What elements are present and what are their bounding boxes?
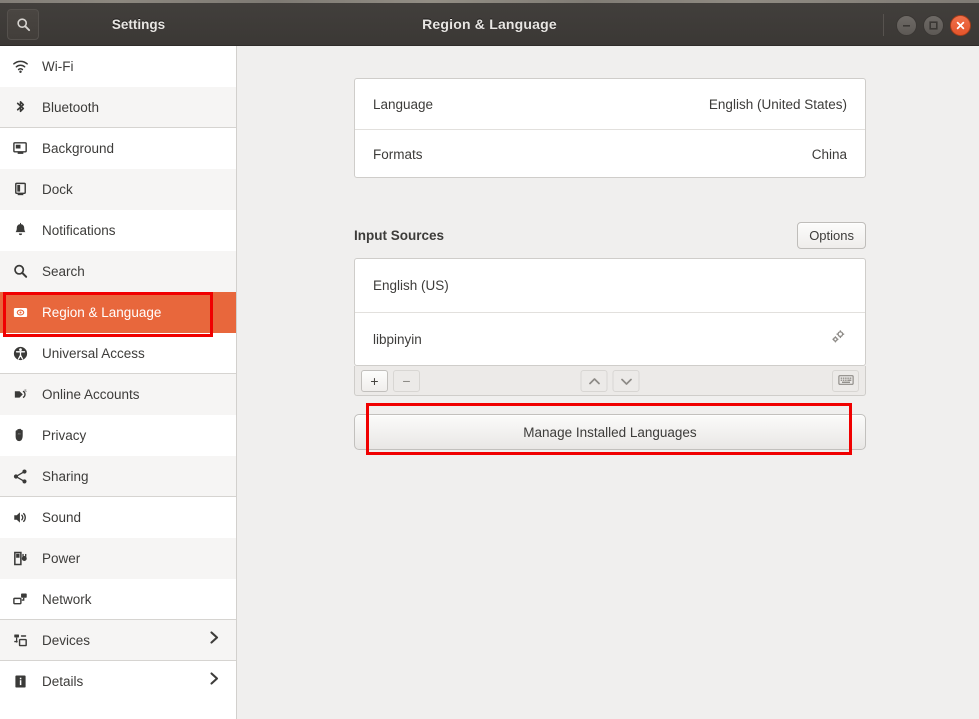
keyboard-icon	[837, 374, 854, 388]
minus-icon: −	[402, 372, 411, 389]
sidebar-item-label: Network	[42, 591, 92, 607]
minimize-button[interactable]	[896, 14, 917, 36]
move-down-button[interactable]	[612, 369, 640, 392]
maximize-icon	[928, 20, 939, 31]
sidebar-item-universal-access[interactable]: Universal Access	[0, 333, 236, 374]
bell-icon	[12, 222, 38, 239]
network-icon	[12, 591, 38, 608]
sidebar-header-title: Settings	[111, 17, 166, 32]
language-row[interactable]: Language English (United States)	[355, 79, 865, 129]
sidebar-item-sound[interactable]: Sound	[0, 497, 236, 538]
input-source-row-english-us[interactable]: English (US)	[355, 259, 865, 312]
sidebar-item-label: Online Accounts	[42, 386, 140, 402]
chevron-right-icon	[209, 672, 220, 691]
region-language-panel: Language English (United States) Formats…	[238, 46, 979, 719]
options-button[interactable]: Options	[797, 221, 866, 249]
window-controls-separator	[883, 14, 884, 36]
chevron-up-icon	[588, 374, 600, 388]
remove-input-source-button[interactable]: −	[393, 369, 420, 392]
sidebar-item-privacy[interactable]: Privacy	[0, 415, 236, 456]
sidebar-item-label: Bluetooth	[42, 99, 100, 115]
sidebar-item-dock[interactable]: Dock	[0, 169, 236, 210]
dock-icon	[12, 181, 38, 198]
sidebar-item-label: Privacy	[42, 427, 87, 443]
sidebar-item-region-and-language[interactable]: Region & Language	[0, 292, 236, 333]
sidebar-item-label: Sharing	[42, 468, 89, 484]
input-sources-list: English (US) libpinyin	[354, 258, 866, 366]
sidebar-item-network[interactable]: Network	[0, 579, 236, 620]
sidebar-item-search[interactable]: Search	[0, 251, 236, 292]
sidebar-item-label: Power	[42, 550, 81, 566]
sidebar-item-sharing[interactable]: Sharing	[0, 456, 236, 497]
manage-installed-languages-label: Manage Installed Languages	[523, 424, 697, 440]
sidebar-item-power[interactable]: Power	[0, 538, 236, 579]
sidebar-item-label: Sound	[42, 509, 82, 525]
language-row-value: English (United States)	[708, 96, 847, 112]
input-sources-header: Input Sources Options	[354, 220, 866, 250]
input-source-label: libpinyin	[373, 331, 422, 347]
plus-icon: +	[370, 372, 379, 389]
move-up-button[interactable]	[580, 369, 608, 392]
input-sources-title: Input Sources	[354, 227, 445, 243]
show-keyboard-layout-button[interactable]	[832, 369, 859, 392]
sidebar-item-label: Background	[42, 140, 115, 156]
input-source-settings-icon[interactable]	[829, 328, 847, 351]
window-controls	[883, 14, 971, 36]
sidebar-item-label: Search	[42, 263, 85, 279]
minimize-icon	[901, 20, 912, 31]
sidebar-item-wi-fi[interactable]: Wi-Fi	[0, 46, 236, 87]
sidebar-item-label: Details	[42, 673, 84, 689]
sidebar-item-bluetooth[interactable]: Bluetooth	[0, 87, 236, 128]
manage-installed-languages-button[interactable]: Manage Installed Languages	[354, 414, 866, 450]
sidebar-item-label: Wi-Fi	[42, 58, 74, 74]
online-accounts-icon: s	[12, 386, 38, 403]
wifi-icon	[12, 58, 38, 75]
sidebar-item-details[interactable]: Details	[0, 661, 236, 702]
power-plug-icon	[12, 550, 38, 567]
sidebar-item-devices[interactable]: Devices	[0, 620, 236, 661]
background-icon	[12, 140, 38, 157]
sidebar-item-label: Universal Access	[42, 345, 145, 361]
hand-icon	[12, 427, 38, 444]
svg-text:s: s	[24, 389, 27, 394]
options-button-label: Options	[809, 227, 854, 243]
speaker-icon	[12, 509, 38, 526]
search-icon	[12, 263, 38, 280]
language-row-label: Language	[373, 96, 434, 112]
formats-row[interactable]: Formats China	[355, 129, 865, 179]
close-icon	[955, 20, 966, 31]
input-source-label: English (US)	[373, 278, 449, 293]
formats-row-label: Formats	[373, 147, 423, 162]
maximize-button[interactable]	[923, 14, 944, 36]
add-input-source-button[interactable]: +	[361, 369, 388, 392]
settings-window: Region & Language Settings Wi-Fi Bluetoo…	[0, 0, 979, 719]
settings-sidebar: Wi-Fi Bluetooth Background Dock Notifica…	[0, 46, 237, 719]
devices-icon	[12, 632, 38, 649]
sidebar-item-label: Devices	[42, 632, 91, 648]
chevron-right-icon	[209, 631, 220, 650]
input-sources-toolbar: + −	[354, 366, 866, 396]
bluetooth-icon	[12, 99, 38, 116]
region-language-icon	[12, 304, 38, 321]
info-icon	[12, 673, 38, 690]
sidebar-item-label: Region & Language	[42, 304, 162, 320]
sidebar-item-label: Dock	[42, 181, 73, 197]
sidebar-item-label: Notifications	[42, 222, 116, 238]
close-button[interactable]	[950, 14, 971, 36]
share-icon	[12, 468, 38, 485]
chevron-down-icon	[620, 374, 632, 388]
input-source-row-libpinyin[interactable]: libpinyin	[355, 312, 865, 365]
sidebar-item-notifications[interactable]: Notifications	[0, 210, 236, 251]
formats-row-value: China	[811, 147, 847, 162]
sidebar-item-online-accounts[interactable]: s Online Accounts	[0, 374, 236, 415]
accessibility-icon	[12, 345, 38, 362]
sidebar-item-background[interactable]: Background	[0, 128, 236, 169]
language-formats-list: Language English (United States) Formats…	[354, 78, 866, 178]
